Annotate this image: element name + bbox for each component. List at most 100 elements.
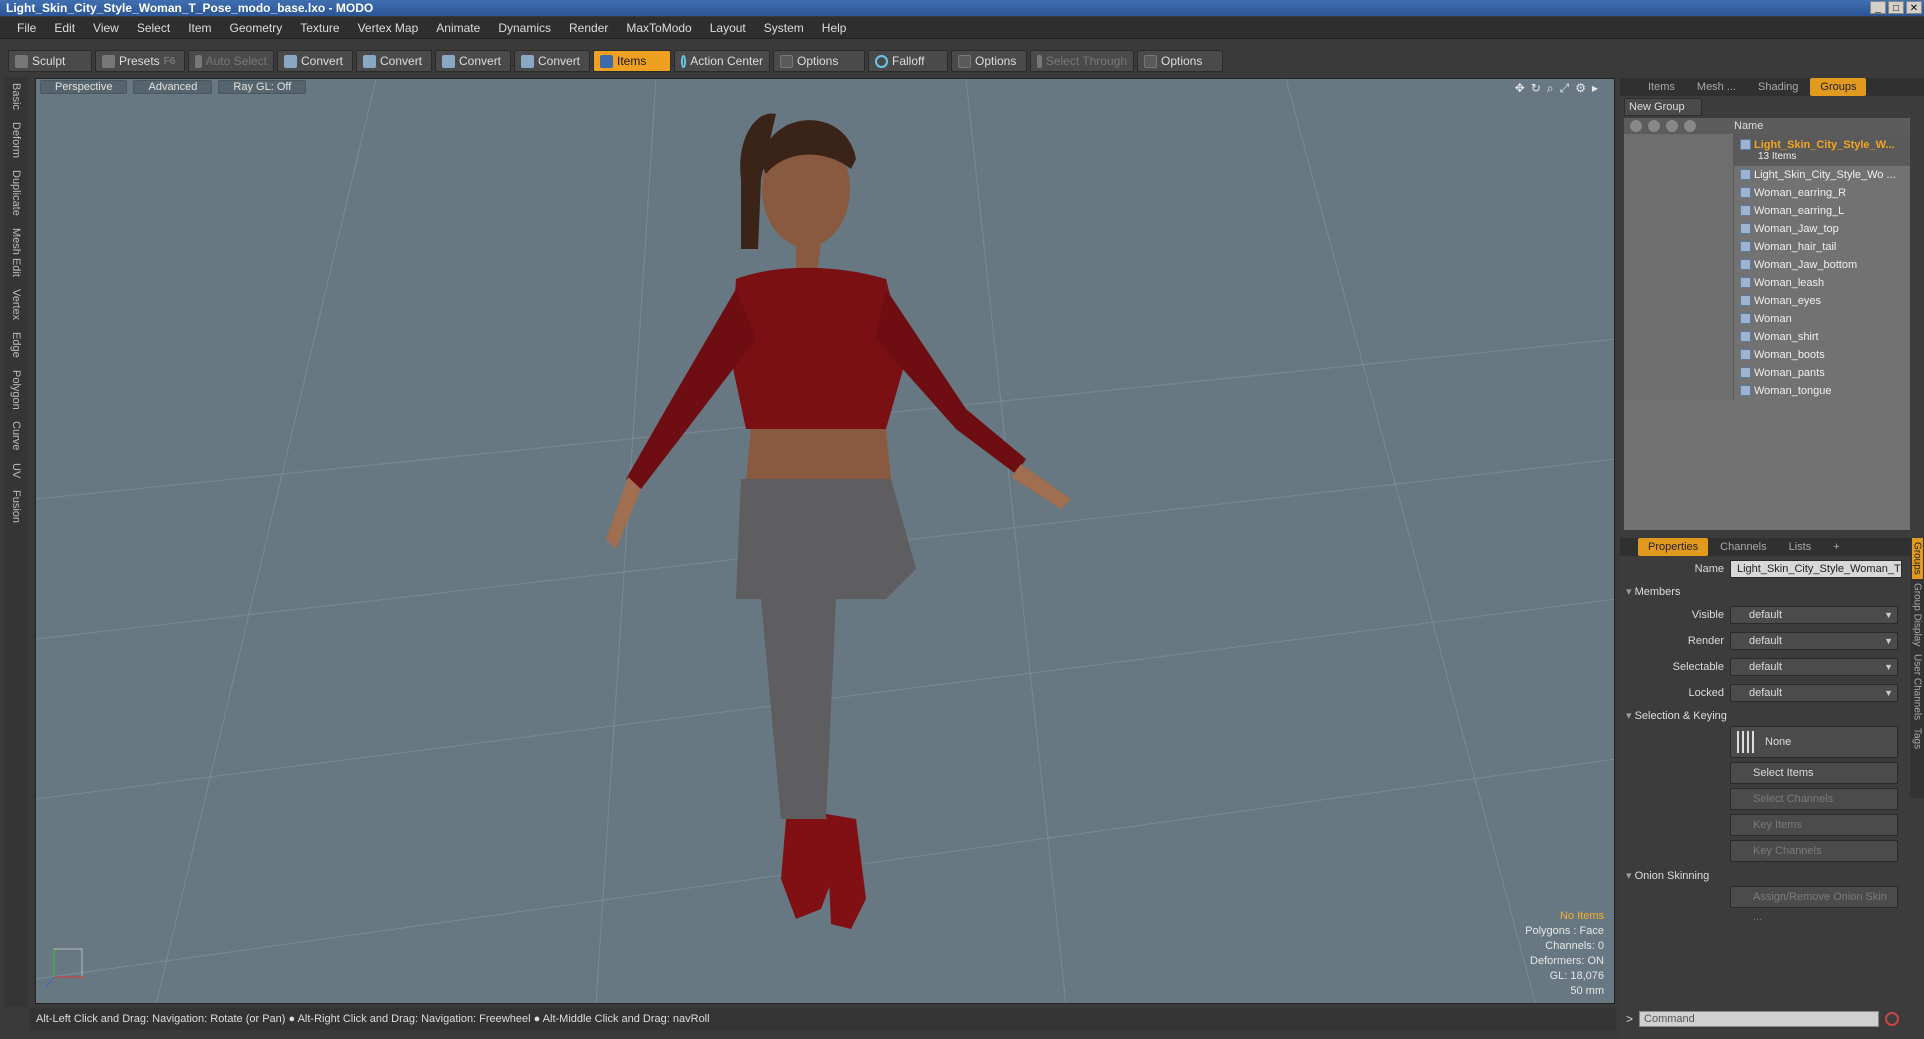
visible-dropdown[interactable]: default ▼ [1730, 606, 1898, 624]
options-button-3[interactable]: Options [1137, 50, 1223, 72]
maximize-button[interactable]: □ [1888, 1, 1904, 14]
select-channels-button[interactable]: Select Channels [1730, 788, 1898, 810]
minimize-button[interactable]: _ [1870, 1, 1886, 14]
tree-row-item-2[interactable]: Woman_earring_L [1624, 202, 1910, 220]
menu-maxtomodo[interactable]: MaxToModo [617, 17, 700, 39]
items-mode-button[interactable]: Items [593, 50, 671, 72]
tab-polygon[interactable]: Polygon [4, 364, 28, 416]
close-button[interactable]: ✕ [1906, 1, 1922, 14]
name-field[interactable]: Light_Skin_City_Style_Woman_T [1730, 560, 1902, 578]
raygl-button[interactable]: Ray GL: Off [218, 80, 307, 94]
options-button-1[interactable]: Options [773, 50, 865, 72]
tree-row-item-4[interactable]: Woman_hair_tail [1624, 238, 1910, 256]
members-section[interactable]: Members [1620, 582, 1924, 602]
options-button-2[interactable]: Options [951, 50, 1027, 72]
group-row[interactable]: Light_Skin_City_Style_W... 13 Items [1624, 134, 1910, 166]
tree-row-item-10[interactable]: Woman_boots [1624, 346, 1910, 364]
row-toggles[interactable] [1624, 310, 1734, 328]
assign-onion-skin-button[interactable]: Assign/Remove Onion Skin ... [1730, 886, 1898, 923]
render-icon[interactable] [1648, 120, 1660, 132]
menu-dynamics[interactable]: Dynamics [489, 17, 560, 39]
selectable-dropdown[interactable]: default ▼ [1730, 658, 1898, 676]
tab-deform[interactable]: Deform [4, 116, 28, 164]
pan-icon[interactable]: ✥ [1515, 81, 1525, 96]
tab-items[interactable]: Items [1638, 78, 1685, 96]
name-column-header[interactable]: Name [1710, 118, 1763, 134]
menu-edit[interactable]: Edit [45, 17, 84, 39]
menu-animate[interactable]: Animate [427, 17, 489, 39]
tab-edge[interactable]: Edge [4, 326, 28, 364]
tab-properties[interactable]: Properties [1638, 538, 1709, 556]
render-dropdown[interactable]: default ▼ [1730, 632, 1898, 650]
tab-basic[interactable]: Basic [4, 77, 28, 116]
row-toggles[interactable] [1624, 184, 1734, 202]
tree-row-item-6[interactable]: Woman_leash [1624, 274, 1910, 292]
row-toggles[interactable] [1624, 166, 1734, 184]
menu-texture[interactable]: Texture [291, 17, 348, 39]
menu-layout[interactable]: Layout [701, 17, 755, 39]
menu-item[interactable]: Item [179, 17, 220, 39]
side-tab-groups[interactable]: Groups [1911, 538, 1923, 579]
tree-row-item-12[interactable]: Woman_tongue [1624, 382, 1910, 400]
add-tab-button[interactable]: + [1823, 538, 1849, 556]
row-toggles[interactable] [1624, 134, 1734, 166]
row-toggles[interactable] [1624, 274, 1734, 292]
command-input[interactable]: Command [1639, 1011, 1880, 1027]
fit-icon[interactable]: ⤢ [1560, 81, 1570, 96]
tab-lists[interactable]: Lists [1779, 538, 1822, 556]
row-toggles[interactable] [1624, 364, 1734, 382]
menu-geometry[interactable]: Geometry [221, 17, 292, 39]
tab-uv[interactable]: UV [4, 457, 28, 484]
3d-viewport[interactable]: Perspective Advanced Ray GL: Off ✥ ↻ ⌕ ⤢… [35, 78, 1615, 1004]
onion-skinning-section[interactable]: Onion Skinning [1620, 866, 1924, 886]
auto-select-button[interactable]: Auto Select [188, 50, 274, 72]
action-center-button[interactable]: Action Center [674, 50, 770, 72]
tab-duplicate[interactable]: Duplicate [4, 164, 28, 222]
none-button[interactable]: None [1730, 726, 1898, 758]
expand-arrow-icon[interactable]: ▸ [1592, 81, 1598, 96]
tab-mesh-edit[interactable]: Mesh Edit [4, 222, 28, 283]
side-tab-user-channels[interactable]: User Channels [1912, 650, 1923, 724]
tree-row-item-5[interactable]: Woman_Jaw_bottom [1624, 256, 1910, 274]
row-toggles[interactable] [1624, 292, 1734, 310]
tab-fusion[interactable]: Fusion [4, 484, 28, 529]
eye-icon[interactable] [1630, 120, 1642, 132]
key-channels-button[interactable]: Key Channels [1730, 840, 1898, 862]
tree-row-item-3[interactable]: Woman_Jaw_top [1624, 220, 1910, 238]
select-icon[interactable] [1684, 120, 1696, 132]
row-toggles[interactable] [1624, 202, 1734, 220]
convert-button-3[interactable]: Convert [435, 50, 511, 72]
row-toggles[interactable] [1624, 382, 1734, 400]
menu-view[interactable]: View [84, 17, 128, 39]
presets-button[interactable]: Presets F6 [95, 50, 185, 72]
side-tab-group-display[interactable]: Group Display [1912, 579, 1923, 650]
row-toggles[interactable] [1624, 346, 1734, 364]
tree-row-item-7[interactable]: Woman_eyes [1624, 292, 1910, 310]
falloff-button[interactable]: Falloff [868, 50, 948, 72]
lock-icon[interactable] [1666, 120, 1678, 132]
convert-button-1[interactable]: Convert [277, 50, 353, 72]
tab-mesh[interactable]: Mesh ... [1687, 78, 1746, 96]
tree-row-item-0[interactable]: Light_Skin_City_Style_Wo ... [1624, 166, 1910, 184]
shading-mode-button[interactable]: Advanced [133, 80, 213, 94]
menu-file[interactable]: File [8, 17, 45, 39]
row-toggles[interactable] [1624, 328, 1734, 346]
convert-button-2[interactable]: Convert [356, 50, 432, 72]
menu-help[interactable]: Help [813, 17, 856, 39]
side-tab-tags[interactable]: Tags [1912, 724, 1923, 753]
convert-button-4[interactable]: Convert [514, 50, 590, 72]
locked-dropdown[interactable]: default ▼ [1730, 684, 1898, 702]
tab-shading[interactable]: Shading [1748, 78, 1808, 96]
new-group-button[interactable]: New Group [1624, 98, 1702, 116]
tab-vertex[interactable]: Vertex [4, 283, 28, 326]
tree-row-item-11[interactable]: Woman_pants [1624, 364, 1910, 382]
record-icon[interactable] [1885, 1012, 1900, 1026]
row-toggles[interactable] [1624, 220, 1734, 238]
sculpt-button[interactable]: Sculpt [8, 50, 92, 72]
view-type-button[interactable]: Perspective [40, 80, 128, 94]
key-items-button[interactable]: Key Items [1730, 814, 1898, 836]
select-items-button[interactable]: Select Items [1730, 762, 1898, 784]
selection-keying-section[interactable]: Selection & Keying [1620, 706, 1924, 726]
tab-channels[interactable]: Channels [1710, 538, 1776, 556]
rotate-icon[interactable]: ↻ [1531, 81, 1541, 96]
